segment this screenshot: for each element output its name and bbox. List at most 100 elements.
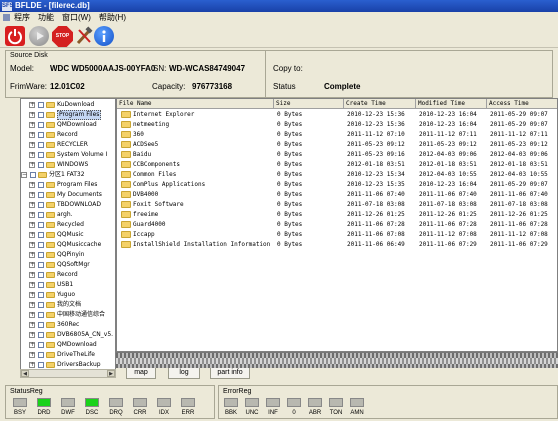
column-header-access-time[interactable]: Access Time [487,99,557,109]
expand-icon[interactable]: + [29,332,35,338]
column-header-create-time[interactable]: Create Time [344,99,416,109]
tree-item-checkbox[interactable] [38,112,44,118]
tree-item-checkbox[interactable] [38,202,44,208]
tree-item[interactable]: + System Volume I [21,150,115,160]
expand-icon[interactable]: + [29,342,35,348]
file-row[interactable]: Baidu 0 Bytes 2011-05-23 09:16 2012-04-03 0… [117,150,557,159]
tree-horizontal-scrollbar[interactable]: ◀ ▶ [20,369,116,378]
expand-icon[interactable]: + [29,122,35,128]
menu-window[interactable]: 窗口(W) [58,12,95,24]
menu-system-icon[interactable] [3,14,10,21]
info-button[interactable] [94,26,114,46]
expand-icon[interactable]: + [29,252,35,258]
tab-part-info[interactable]: part info [210,368,250,379]
column-header-size[interactable]: Size [274,99,344,109]
tree-item[interactable]: + QMDownload [21,340,115,350]
expand-icon[interactable]: + [29,142,35,148]
tree-item[interactable]: + 我的文档 [21,300,115,310]
tree-item[interactable]: + RECYCLER [21,140,115,150]
file-row[interactable]: Iccapp 0 Bytes 2011-11-06 07:08 2011-11-12 … [117,230,557,239]
tree-item-checkbox[interactable] [38,242,44,248]
tree-item[interactable]: + Record [21,130,115,140]
tree-item-checkbox[interactable] [38,192,44,198]
expand-icon[interactable]: + [29,242,35,248]
column-header-file-name[interactable]: File Name [117,99,274,109]
expand-icon[interactable]: + [29,102,35,108]
expand-icon[interactable]: + [29,352,35,358]
folder-tree[interactable]: + KuDownload + Program Files + QMDownload + Rec… [20,98,116,374]
tree-item-checkbox[interactable] [38,322,44,328]
tree-item-checkbox[interactable] [38,162,44,168]
tree-item-checkbox[interactable] [38,142,44,148]
tree-item-checkbox[interactable] [38,212,44,218]
tree-item-checkbox[interactable] [38,332,44,338]
tree-item[interactable]: + Record [21,270,115,280]
file-row[interactable]: Common Files 0 Bytes 2010-12-23 15:34 2012-… [117,170,557,179]
file-row[interactable]: freeime 0 Bytes 2011-12-26 01:25 2011-12-26… [117,210,557,219]
tree-item[interactable]: + Yuguo [21,290,115,300]
file-row[interactable]: InstallShield Installation Information 0 … [117,240,557,249]
tree-item[interactable]: + DriveTheLife [21,350,115,360]
collapse-icon[interactable]: − [21,172,27,178]
tree-item-checkbox[interactable] [38,302,44,308]
tree-item-checkbox[interactable] [38,102,44,108]
tree-item[interactable]: + Program Files [21,110,115,120]
stop-button[interactable]: STOP [52,26,73,47]
expand-icon[interactable]: + [29,112,35,118]
tree-item-checkbox[interactable] [38,122,44,128]
file-row[interactable]: Foxit Software 0 Bytes 2011-07-18 03:08 201… [117,200,557,209]
tree-item[interactable]: + KuDownload [21,100,115,110]
expand-icon[interactable]: + [29,312,35,318]
menu-function[interactable]: 功能 [34,12,58,24]
tree-item[interactable]: +360Rec [21,320,115,330]
tree-item-checkbox[interactable] [38,132,44,138]
expand-icon[interactable]: + [29,192,35,198]
tree-item-checkbox[interactable] [38,342,44,348]
tree-item-checkbox[interactable] [38,252,44,258]
expand-icon[interactable]: + [29,132,35,138]
tree-item[interactable]: + QQMusic [21,230,115,240]
tools-button[interactable] [74,26,94,46]
tree-item[interactable]: + Recycled [21,220,115,230]
tree-item-checkbox[interactable] [38,362,44,368]
tree-item[interactable]: + QMDownload [21,120,115,130]
expand-icon[interactable]: + [29,232,35,238]
tree-item-checkbox[interactable] [38,352,44,358]
tree-item[interactable]: + QQSoftMgr [21,260,115,270]
tree-item-checkbox[interactable] [38,262,44,268]
tree-item[interactable]: + Program Files [21,180,115,190]
scroll-left-arrow-icon[interactable]: ◀ [21,370,29,377]
file-row[interactable]: ComPlus Applications 0 Bytes 2010-12-23 15… [117,180,557,189]
expand-icon[interactable]: + [29,262,35,268]
expand-icon[interactable]: + [29,362,35,368]
tree-item-checkbox[interactable] [38,282,44,288]
menu-program[interactable]: 程序 [12,12,34,24]
file-row[interactable]: DVB4000 0 Bytes 2011-11-06 07:40 2011-11-06… [117,190,557,199]
tree-item[interactable]: + My Documents [21,190,115,200]
file-row[interactable]: CCBComponents 0 Bytes 2012-01-18 03:51 2012… [117,160,557,169]
play-button[interactable] [29,26,49,46]
tree-item[interactable]: + USB1 [21,280,115,290]
expand-icon[interactable]: + [29,152,35,158]
expand-icon[interactable]: + [29,272,35,278]
tree-item-checkbox[interactable] [30,172,36,178]
expand-icon[interactable]: + [29,282,35,288]
tree-item-checkbox[interactable] [38,222,44,228]
tree-item-checkbox[interactable] [38,312,44,318]
expand-icon[interactable]: + [29,212,35,218]
column-header-modified-time[interactable]: Modified Time [416,99,487,109]
tree-item[interactable]: + QQMusiccache [21,240,115,250]
file-row[interactable]: Guard4000 0 Bytes 2011-11-06 07:28 2011-11-… [117,220,557,229]
tree-item[interactable]: + TBDOWNLOAD [21,200,115,210]
tree-item[interactable]: + WINDOWS [21,160,115,170]
file-row[interactable]: ACDSee5 0 Bytes 2011-05-23 09:12 2011-05-23… [117,140,557,149]
tree-item[interactable]: + 中国移动通信综合 [21,310,115,320]
expand-icon[interactable]: + [29,202,35,208]
expand-icon[interactable]: + [29,292,35,298]
tree-item-checkbox[interactable] [38,232,44,238]
expand-icon[interactable]: + [29,302,35,308]
scroll-right-arrow-icon[interactable]: ▶ [107,370,115,377]
expand-icon[interactable]: + [29,222,35,228]
power-button[interactable] [5,26,25,46]
expand-icon[interactable]: + [29,162,35,168]
